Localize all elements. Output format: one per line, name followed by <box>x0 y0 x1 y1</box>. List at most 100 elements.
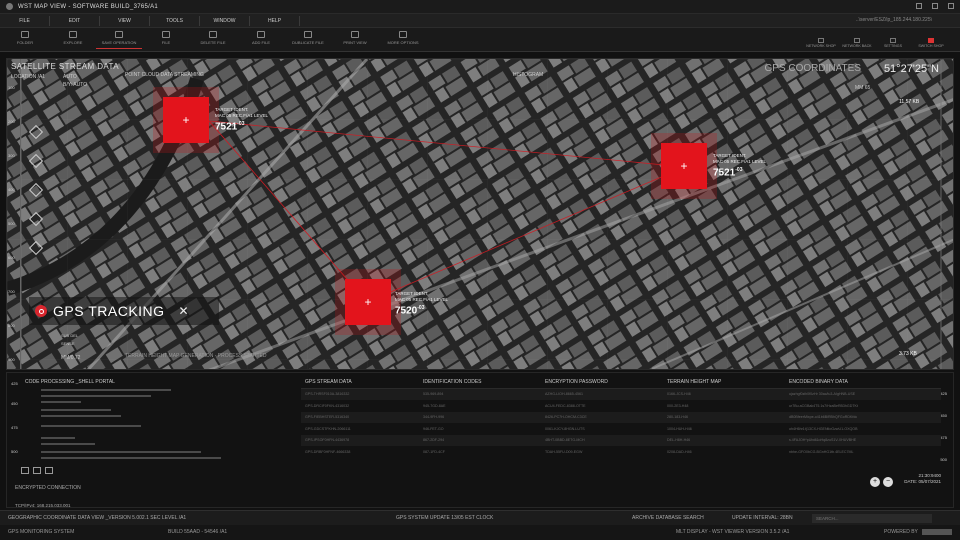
date-value: DATE: 05/07/2021 <box>904 479 941 484</box>
save-icon <box>115 31 123 38</box>
map-tools <box>28 124 45 272</box>
system-name: GPS MONITORING SYSTEM <box>8 529 75 535</box>
terminal-icon[interactable] <box>33 467 41 474</box>
target-marker-3[interactable]: + <box>345 279 391 325</box>
right-size-value-bottom: 3.73 KB <box>899 351 917 357</box>
table-row[interactable]: GPS-THRSF010A-3816332 535-969-894 AZHG-LIO… <box>301 388 941 400</box>
gear-icon <box>890 38 896 43</box>
network-back-icon <box>854 38 860 43</box>
archive-search-link[interactable]: ARCHIVE DATABASE SEARCH <box>632 515 704 521</box>
status-bar-bottom: GPS MONITORING SYSTEM BUILD 55AAD - 5454… <box>0 525 960 540</box>
gps-coordinates-label: GPS COORDINATES <box>764 63 862 74</box>
target-info-3: TARGET IDENT. MAC 05 REC.F/A1 LEVEL 7520… <box>395 291 449 317</box>
maximize-icon[interactable] <box>932 3 938 9</box>
target-info-2: TARGET IDENT. MAC 05 REC.F/A1 LEVEL 7521… <box>713 153 767 179</box>
gps-tracking-icon <box>35 305 47 317</box>
pin-tool-icon[interactable] <box>28 182 44 198</box>
folder-icon <box>21 31 29 38</box>
toolbar: FOLDER EXPLORE SAVE OPERATION FILE DELET… <box>0 28 960 52</box>
layer-tool-icon[interactable] <box>28 124 44 140</box>
gps-tracking-title: GPS TRACKING <box>53 303 165 319</box>
network-back-button[interactable]: NETWORK BACK <box>840 38 874 52</box>
network-shop-button[interactable]: NETWORK SHOP <box>804 38 838 52</box>
crosshair-tool-icon[interactable] <box>28 153 44 169</box>
save-operation-button[interactable]: SAVE OPERATION <box>96 31 142 49</box>
window-title: WST MAP VIEW - SOFTWARE BUILD_3765/A1 <box>18 3 159 10</box>
sub-label: SUB DEL <box>61 333 79 338</box>
add-file-icon <box>257 31 265 38</box>
display-version: MLT DISPLAY - WST VIEWER VERSION 3.5.2 /… <box>676 529 790 535</box>
monitor-icon[interactable] <box>21 467 29 474</box>
encrypted-connection-label: ENCRYPTED CONNECTION <box>15 485 81 491</box>
satellite-map-view[interactable]: 100 200 300 400 500 600 700 800 900 SATE… <box>6 58 954 370</box>
left-ruler: 100 200 300 400 500 600 700 800 900 <box>7 59 21 369</box>
file-button[interactable]: FILE <box>143 31 189 49</box>
table-row[interactable]: GPS-IPSOF0HFN-4436978 867-2DF-294 4BHT-0BB… <box>301 434 941 446</box>
gps-coordinates-value: 51°27'25"N <box>883 63 939 75</box>
auto-label: AUTO <box>63 74 77 80</box>
menu-file[interactable]: FILE <box>0 15 50 26</box>
table-row[interactable]: GPS-GDCSTFKHN-2066111 946-FET-GO 0061-KJCY… <box>301 423 941 435</box>
menu-bar: FILE EDIT VIEW TOOLS WINDOW HELP ..\serv… <box>0 14 960 28</box>
code-processing-panel: CODE PROCESSING _SHELL PORTAL ENCRYPTED … <box>15 379 287 508</box>
explore-icon <box>69 31 77 38</box>
auto-by-label: B/Y: AUTO <box>63 82 88 88</box>
explore-button[interactable]: EXPLORE <box>50 31 96 49</box>
menu-view[interactable]: VIEW <box>100 15 150 26</box>
settings-button[interactable]: SETTINGS <box>876 38 910 52</box>
clock: 21:30:9400 DATE: 05/07/2021 <box>904 473 941 485</box>
title-bar: WST MAP VIEW - SOFTWARE BUILD_3765/A1 <box>0 0 960 14</box>
more-options-button[interactable]: MORE OPTIONS <box>380 31 426 49</box>
add-file-button[interactable]: ADD FILE <box>238 31 284 49</box>
grid-tool-icon[interactable] <box>28 211 44 227</box>
menu-help[interactable]: HELP <box>250 15 300 26</box>
menu-edit[interactable]: EDIT <box>50 15 100 26</box>
status-bar-top: GEOGRAPHIC COORDINATE DATA VIEW _VERSION… <box>0 510 960 525</box>
close-icon[interactable]: ✕ <box>179 304 189 318</box>
window-controls <box>916 3 954 9</box>
gps-update: GPS SYSTEM UPDATE 13/05 EST CLOCK <box>396 515 494 521</box>
target-marker-1[interactable]: + <box>163 97 209 143</box>
code-line <box>41 451 201 453</box>
code-line <box>41 401 81 403</box>
delete-icon <box>209 31 217 38</box>
menu-window[interactable]: WINDOW <box>200 15 250 26</box>
folder-button[interactable]: FOLDER <box>2 31 48 49</box>
console-tools <box>21 467 53 474</box>
sense-label: SENSE <box>61 341 75 346</box>
gps-stream-table: GPS STREAM DATA IDENTIFICATION CODES ENC… <box>301 377 941 458</box>
duplicate-file-button[interactable]: DUBLICATE FILE <box>285 31 331 49</box>
zoom-out-icon[interactable]: − <box>883 477 893 487</box>
print-view-button[interactable]: PRINT VIEW <box>332 31 378 49</box>
table-row[interactable]: GPS-DRCIF0FKN-4316032 945-7GD-8AE ACU4-FED… <box>301 400 941 412</box>
crosshair-icon: + <box>680 159 688 173</box>
switch-icon <box>928 38 934 43</box>
code-line <box>41 395 151 397</box>
switch-shop-button[interactable]: SWITCH SHOP <box>914 38 948 52</box>
server-path: ..\server/ESZ/ip_185.244.180.225\ <box>855 17 932 23</box>
location-label: LOCATION /A1 <box>11 74 46 80</box>
duplicate-icon <box>304 31 312 38</box>
network-icon <box>818 38 824 43</box>
table-row[interactable]: GPS-FIEBHSTER-5316340 344-9FH-996 8426-PC7… <box>301 411 941 423</box>
delete-file-button[interactable]: DELETE FILE <box>190 31 236 49</box>
brand-logo-icon <box>922 529 952 535</box>
zoom-in-icon[interactable]: + <box>870 477 880 487</box>
ip-address: TCP/IPv4: 168.215.033.001 <box>15 503 71 508</box>
archive-icon[interactable] <box>45 467 53 474</box>
close-icon[interactable] <box>948 3 954 9</box>
mm-label: MM/0.72 <box>61 355 81 361</box>
print-icon <box>351 31 359 38</box>
target-marker-2[interactable]: + <box>661 143 707 189</box>
data-panel: 425 450 475 500 425 450 475 500 CODE PRO… <box>6 372 954 508</box>
app-logo-icon <box>6 3 13 10</box>
table-row[interactable]: GPS-DRBF0HFNF-4666338 087-1FD-4CF TDAH-55F… <box>301 446 941 458</box>
build-info: BUILD 55AAD - 54546 /A1 <box>168 529 228 535</box>
code-line <box>41 437 75 439</box>
code-line <box>41 409 111 411</box>
menu-tools[interactable]: TOOLS <box>150 15 200 26</box>
lock-tool-icon[interactable] <box>28 240 44 256</box>
search-input[interactable]: SEARCH... <box>812 514 932 523</box>
minimize-icon[interactable] <box>916 3 922 9</box>
update-interval: UPDATE INTERVAL: 28BN <box>732 515 793 521</box>
